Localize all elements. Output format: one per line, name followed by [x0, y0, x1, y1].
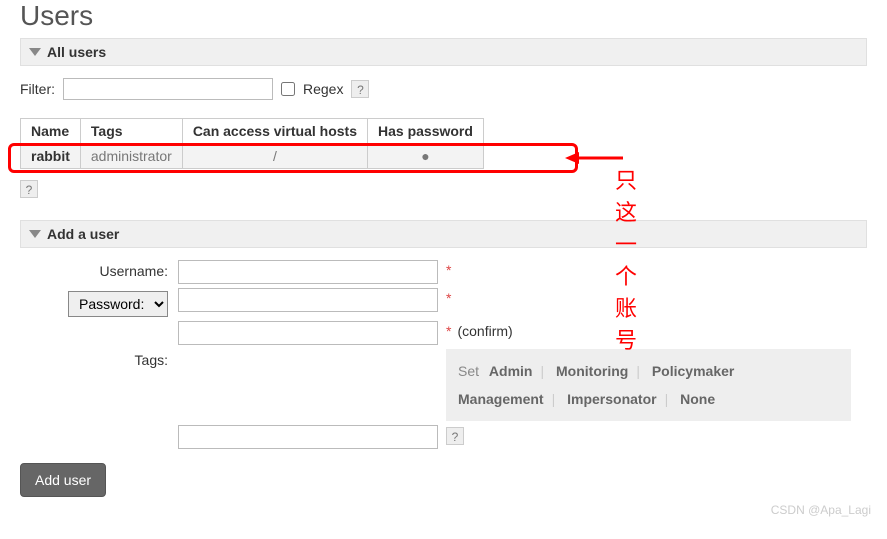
set-label: Set	[458, 363, 479, 379]
password-input[interactable]	[178, 288, 438, 312]
tag-option-admin[interactable]: Admin	[489, 363, 533, 379]
page-title: Users	[20, 0, 867, 32]
table-help-icon[interactable]: ?	[20, 180, 38, 198]
users-table: Name Tags Can access virtual hosts Has p…	[20, 118, 484, 169]
col-tags: Tags	[80, 119, 182, 144]
filter-help-icon[interactable]: ?	[351, 80, 369, 98]
tag-option-management[interactable]: Management	[458, 391, 544, 407]
tags-help-icon[interactable]: ?	[446, 427, 464, 445]
section-all-users[interactable]: All users	[20, 38, 867, 66]
required-mark: *	[446, 290, 451, 306]
cell-tags: administrator	[80, 144, 182, 169]
confirm-label: (confirm)	[457, 323, 512, 339]
tags-quickset-panel: Set Admin| Monitoring| Policymaker Manag…	[446, 349, 851, 421]
col-vhosts: Can access virtual hosts	[182, 119, 367, 144]
regex-label: Regex	[303, 81, 343, 97]
confirm-password-input[interactable]	[178, 321, 438, 345]
tag-option-policymaker[interactable]: Policymaker	[652, 363, 735, 379]
section-add-user-label: Add a user	[47, 226, 119, 242]
required-mark: *	[446, 262, 451, 278]
tag-option-monitoring[interactable]: Monitoring	[556, 363, 628, 379]
password-type-select[interactable]: Password:	[68, 291, 168, 317]
required-mark: *	[446, 323, 451, 339]
cell-password: ●	[368, 144, 484, 169]
tags-input[interactable]	[178, 425, 438, 449]
tag-option-none[interactable]: None	[680, 391, 715, 407]
cell-vhosts: /	[182, 144, 367, 169]
regex-checkbox[interactable]	[281, 82, 295, 96]
filter-label: Filter:	[20, 81, 55, 97]
tag-option-impersonator[interactable]: Impersonator	[567, 391, 656, 407]
annotation-text: 只这一个账号	[615, 163, 637, 355]
table-header-row: Name Tags Can access virtual hosts Has p…	[21, 119, 484, 144]
username-input[interactable]	[178, 260, 438, 284]
username-label: Username:	[20, 260, 178, 279]
section-all-users-label: All users	[47, 44, 106, 60]
filter-input[interactable]	[63, 78, 273, 100]
tags-label: Tags:	[20, 349, 178, 368]
chevron-down-icon	[29, 48, 41, 56]
add-user-button[interactable]: Add user	[20, 463, 106, 497]
col-name: Name	[21, 119, 81, 144]
chevron-down-icon	[29, 230, 41, 238]
table-row[interactable]: rabbit administrator / ●	[21, 144, 484, 169]
cell-name: rabbit	[21, 144, 81, 169]
watermark: CSDN @Apa_Lagi	[771, 503, 871, 517]
section-add-user[interactable]: Add a user	[20, 220, 867, 248]
col-password: Has password	[368, 119, 484, 144]
